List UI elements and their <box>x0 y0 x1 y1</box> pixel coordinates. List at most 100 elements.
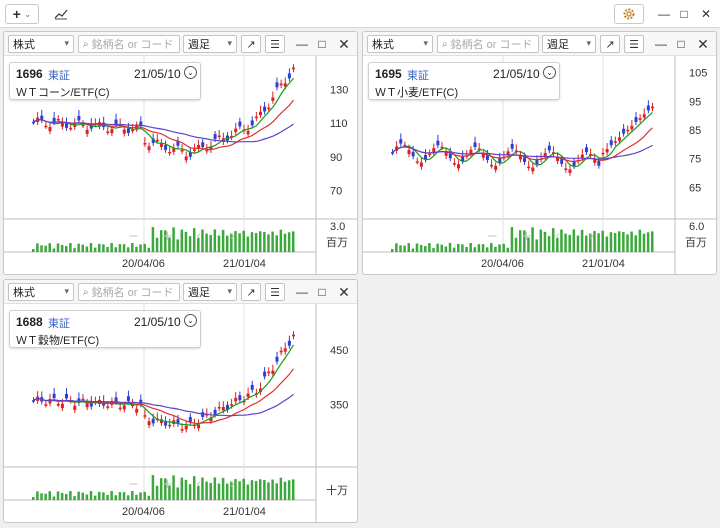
candle-body <box>275 82 279 88</box>
candle-body <box>197 424 201 429</box>
scroll-right-icon[interactable]: › <box>589 229 594 244</box>
chart-line-icon[interactable] <box>52 4 70 24</box>
zoom-in-icon[interactable]: + <box>162 229 173 244</box>
price-tick-label: 450 <box>330 345 348 357</box>
symbol-search-input[interactable]: ⌕ 銘柄名 or コード <box>78 283 180 301</box>
candle-body <box>494 165 498 170</box>
candle-body <box>106 131 110 133</box>
popout-button[interactable]: ↗ <box>241 283 261 301</box>
zoom-out-icon[interactable]: − <box>128 229 139 244</box>
volume-bar <box>44 245 47 252</box>
candle-body <box>292 67 295 70</box>
period-select[interactable]: 週足 ▾ <box>542 35 596 53</box>
period-select[interactable]: 週足 ▾ <box>183 283 237 301</box>
indicator-menu-button[interactable]: ☰ <box>624 35 644 53</box>
indicator-menu-button[interactable]: ☰ <box>265 35 285 53</box>
chevron-down-icon[interactable]: ⌄ <box>184 314 197 327</box>
candle-body <box>547 145 551 151</box>
panel-close-button[interactable]: ✕ <box>336 283 352 301</box>
candle-body <box>234 128 238 133</box>
panel-maximize-button[interactable]: □ <box>314 35 330 53</box>
volume-bar <box>440 244 444 252</box>
scroll-left-icon[interactable]: ‹ <box>196 229 201 244</box>
market-select[interactable]: 株式 ▾ <box>8 283 74 301</box>
volume-bar <box>143 491 146 500</box>
zoom-in-icon[interactable]: + <box>162 477 173 492</box>
volume-bar <box>564 233 567 252</box>
volume-unit-label: 百万 <box>685 237 707 249</box>
indicator-menu-button[interactable]: ☰ <box>265 283 285 301</box>
candle-body <box>411 151 415 157</box>
market-select[interactable]: 株式 ▾ <box>367 35 433 53</box>
volume-bar <box>395 243 398 252</box>
scroll-left-icon[interactable]: ‹ <box>196 477 201 492</box>
zoom-out-icon[interactable]: − <box>128 477 139 492</box>
volume-bar <box>279 229 283 252</box>
window-maximize-button[interactable]: □ <box>676 5 692 23</box>
volume-bar <box>271 231 274 252</box>
candle-body <box>523 157 527 162</box>
popout-button[interactable]: ↗ <box>241 35 261 53</box>
symbol-search-input[interactable]: ⌕ 銘柄名 or コード <box>437 35 539 53</box>
panel-maximize-button[interactable]: □ <box>673 35 689 53</box>
volume-bar <box>93 247 97 252</box>
moving-average-mid <box>392 127 653 163</box>
volume-bar <box>131 243 134 252</box>
volume-bar <box>184 231 188 252</box>
candle-body <box>168 424 172 427</box>
panel-minimize-button[interactable]: — <box>294 35 310 53</box>
popout-button[interactable]: ↗ <box>600 35 620 53</box>
volume-bar <box>89 491 93 500</box>
candle-body <box>155 139 159 142</box>
candle-body <box>114 119 118 125</box>
candle-body <box>81 124 85 127</box>
panel-minimize-button[interactable]: — <box>653 35 669 53</box>
volume-bar <box>539 229 543 252</box>
volume-bar <box>110 491 113 500</box>
volume-bar <box>560 229 563 252</box>
candle-body <box>126 396 130 401</box>
gear-icon[interactable] <box>614 4 644 24</box>
volume-bar <box>267 234 270 252</box>
scroll-left-icon[interactable]: ‹ <box>555 229 560 244</box>
price-tick-label: 130 <box>330 84 348 96</box>
volume-bar <box>287 232 291 252</box>
market-select[interactable]: 株式 ▾ <box>8 35 74 53</box>
candle-body <box>201 142 205 148</box>
scroll-right-icon[interactable]: › <box>230 229 235 244</box>
candle-body <box>287 73 291 79</box>
volume-bar <box>201 229 204 252</box>
window-minimize-button[interactable]: — <box>656 5 672 23</box>
chevron-down-icon[interactable]: ⌄ <box>184 66 197 79</box>
symbol-search-input[interactable]: ⌕ 銘柄名 or コード <box>78 35 180 53</box>
volume-bar <box>118 492 122 500</box>
volume-bar <box>630 231 633 252</box>
panel-close-button[interactable]: ✕ <box>695 35 711 53</box>
candle-body <box>428 153 432 156</box>
volume-bar <box>147 495 151 500</box>
period-select[interactable]: 週足 ▾ <box>183 35 237 53</box>
exchange-label: 東証 <box>48 70 70 82</box>
candle-body <box>642 114 646 118</box>
candle-body <box>597 160 601 166</box>
panel-close-button[interactable]: ✕ <box>336 35 352 53</box>
volume-bar <box>225 483 229 500</box>
zoom-in-icon[interactable]: + <box>521 229 532 244</box>
add-chart-button[interactable]: + ⌄ <box>5 4 39 24</box>
candle-body <box>419 162 423 167</box>
volume-bar <box>85 246 89 252</box>
volume-bar <box>452 247 456 252</box>
window-close-button[interactable]: ✕ <box>698 5 714 23</box>
volume-bar <box>213 229 217 252</box>
scroll-right-icon[interactable]: › <box>230 477 235 492</box>
volume-bar <box>213 477 217 500</box>
volume-bar <box>242 478 245 500</box>
zoom-out-icon[interactable]: − <box>487 229 498 244</box>
candle-body <box>510 144 514 149</box>
quote-date: 21/05/10 <box>134 315 181 329</box>
panel-minimize-button[interactable]: — <box>294 283 310 301</box>
candle-body <box>617 137 621 141</box>
volume-bar <box>448 243 452 252</box>
panel-maximize-button[interactable]: □ <box>314 283 330 301</box>
chevron-down-icon[interactable]: ⌄ <box>543 66 556 79</box>
